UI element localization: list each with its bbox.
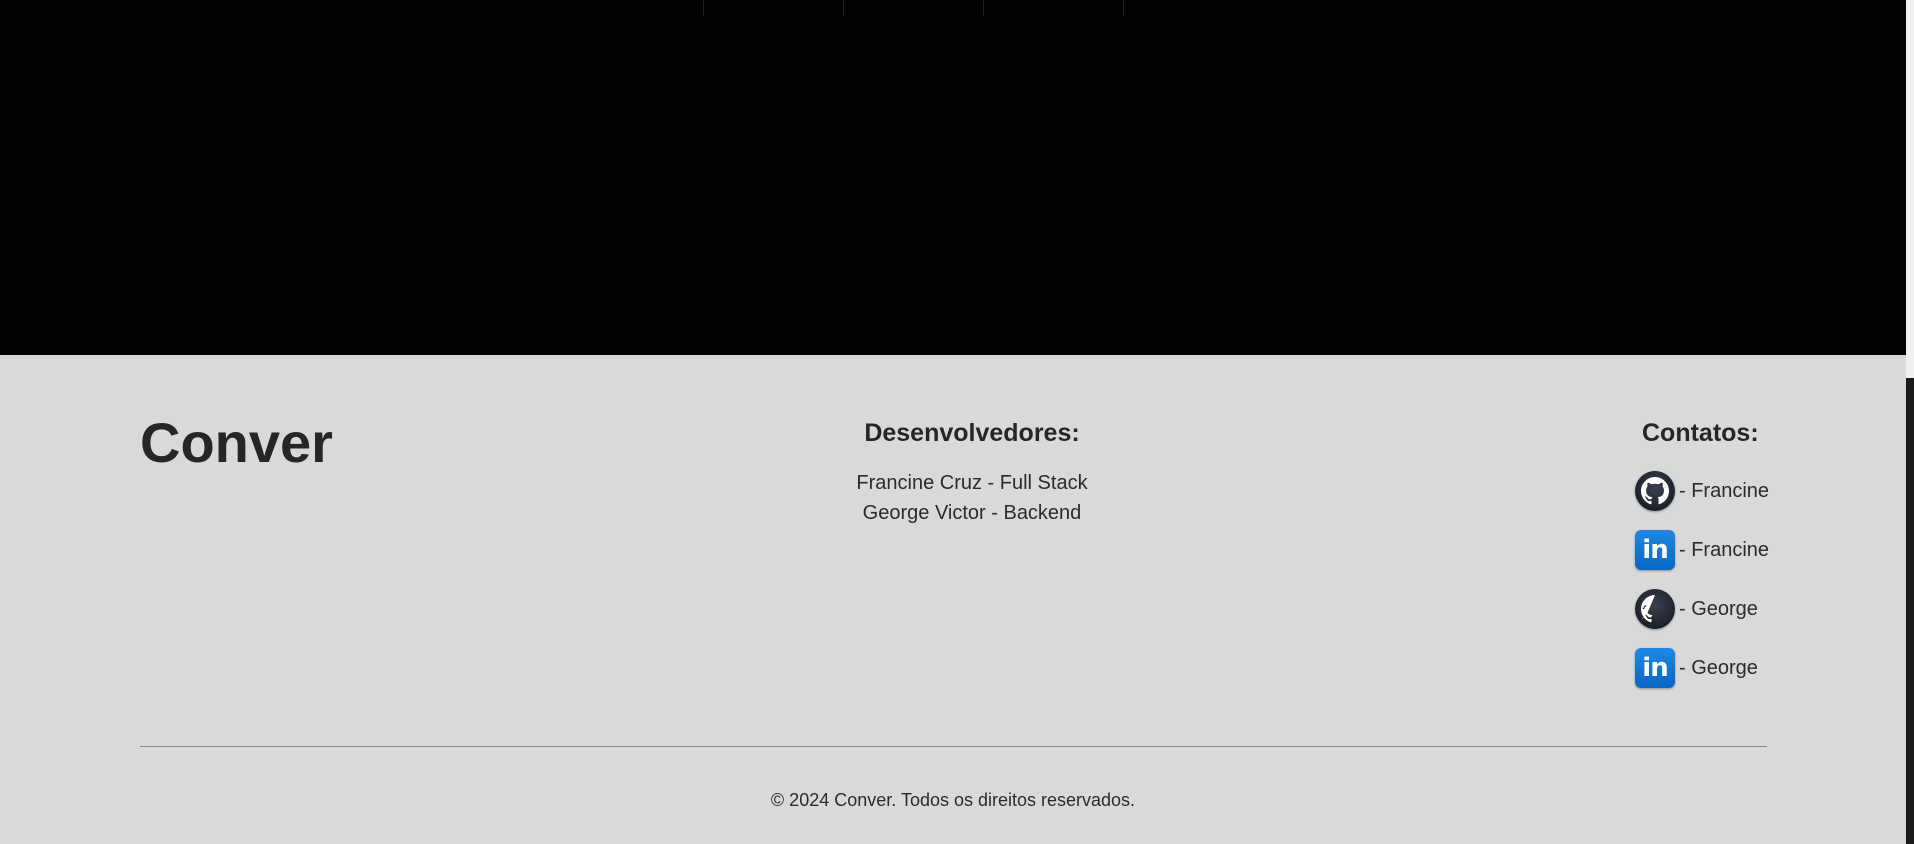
- linkedin-icon[interactable]: in: [1635, 648, 1675, 688]
- site-footer: Conver Desenvolvedores: Francine Cruz - …: [0, 355, 1906, 844]
- developer-item: Francine Cruz - Full Stack: [856, 472, 1088, 494]
- developer-item: George Victor - Backend: [862, 502, 1082, 524]
- contact-label[interactable]: - Francine: [1679, 480, 1769, 503]
- linkedin-icon[interactable]: in: [1635, 530, 1675, 570]
- contacts-heading: Contatos:: [1642, 419, 1759, 447]
- developers-heading: Desenvolvedores:: [864, 419, 1080, 447]
- hero-section: [0, 0, 1906, 355]
- developers-section: Desenvolvedores: Francine Cruz - Full St…: [772, 419, 1172, 528]
- hero-divider: [703, 0, 704, 16]
- footer-divider: [140, 746, 1767, 747]
- contact-label[interactable]: - George: [1679, 598, 1758, 621]
- contacts-list: - Francine in - Francine - George in - G…: [1600, 470, 1800, 689]
- hero-divider: [1123, 0, 1124, 16]
- footer-brand-logo: Conver: [140, 411, 333, 474]
- hero-divider: [843, 0, 844, 16]
- copyright-text: © 2024 Conver. Todos os direitos reserva…: [770, 790, 1136, 810]
- contact-link-github-francine[interactable]: - Francine: [1600, 470, 1800, 512]
- contact-label[interactable]: - George: [1679, 657, 1758, 680]
- contact-link-github-george[interactable]: - George: [1600, 588, 1800, 630]
- hero-divider: [983, 0, 984, 16]
- scrollbar-thumb[interactable]: [1906, 378, 1914, 844]
- contact-link-linkedin-francine[interactable]: in - Francine: [1600, 529, 1800, 571]
- contacts-section: Contatos: - Francine in - Francine - Geo…: [1600, 419, 1800, 706]
- page: Conver Desenvolvedores: Francine Cruz - …: [0, 0, 1914, 844]
- developers-list: Francine Cruz - Full Stack George Victor…: [772, 468, 1172, 528]
- github-icon[interactable]: [1635, 471, 1675, 511]
- contact-link-linkedin-george[interactable]: in - George: [1600, 647, 1800, 689]
- scrollbar[interactable]: [1906, 0, 1914, 844]
- github-icon[interactable]: [1635, 589, 1675, 629]
- contact-label[interactable]: - Francine: [1679, 539, 1769, 562]
